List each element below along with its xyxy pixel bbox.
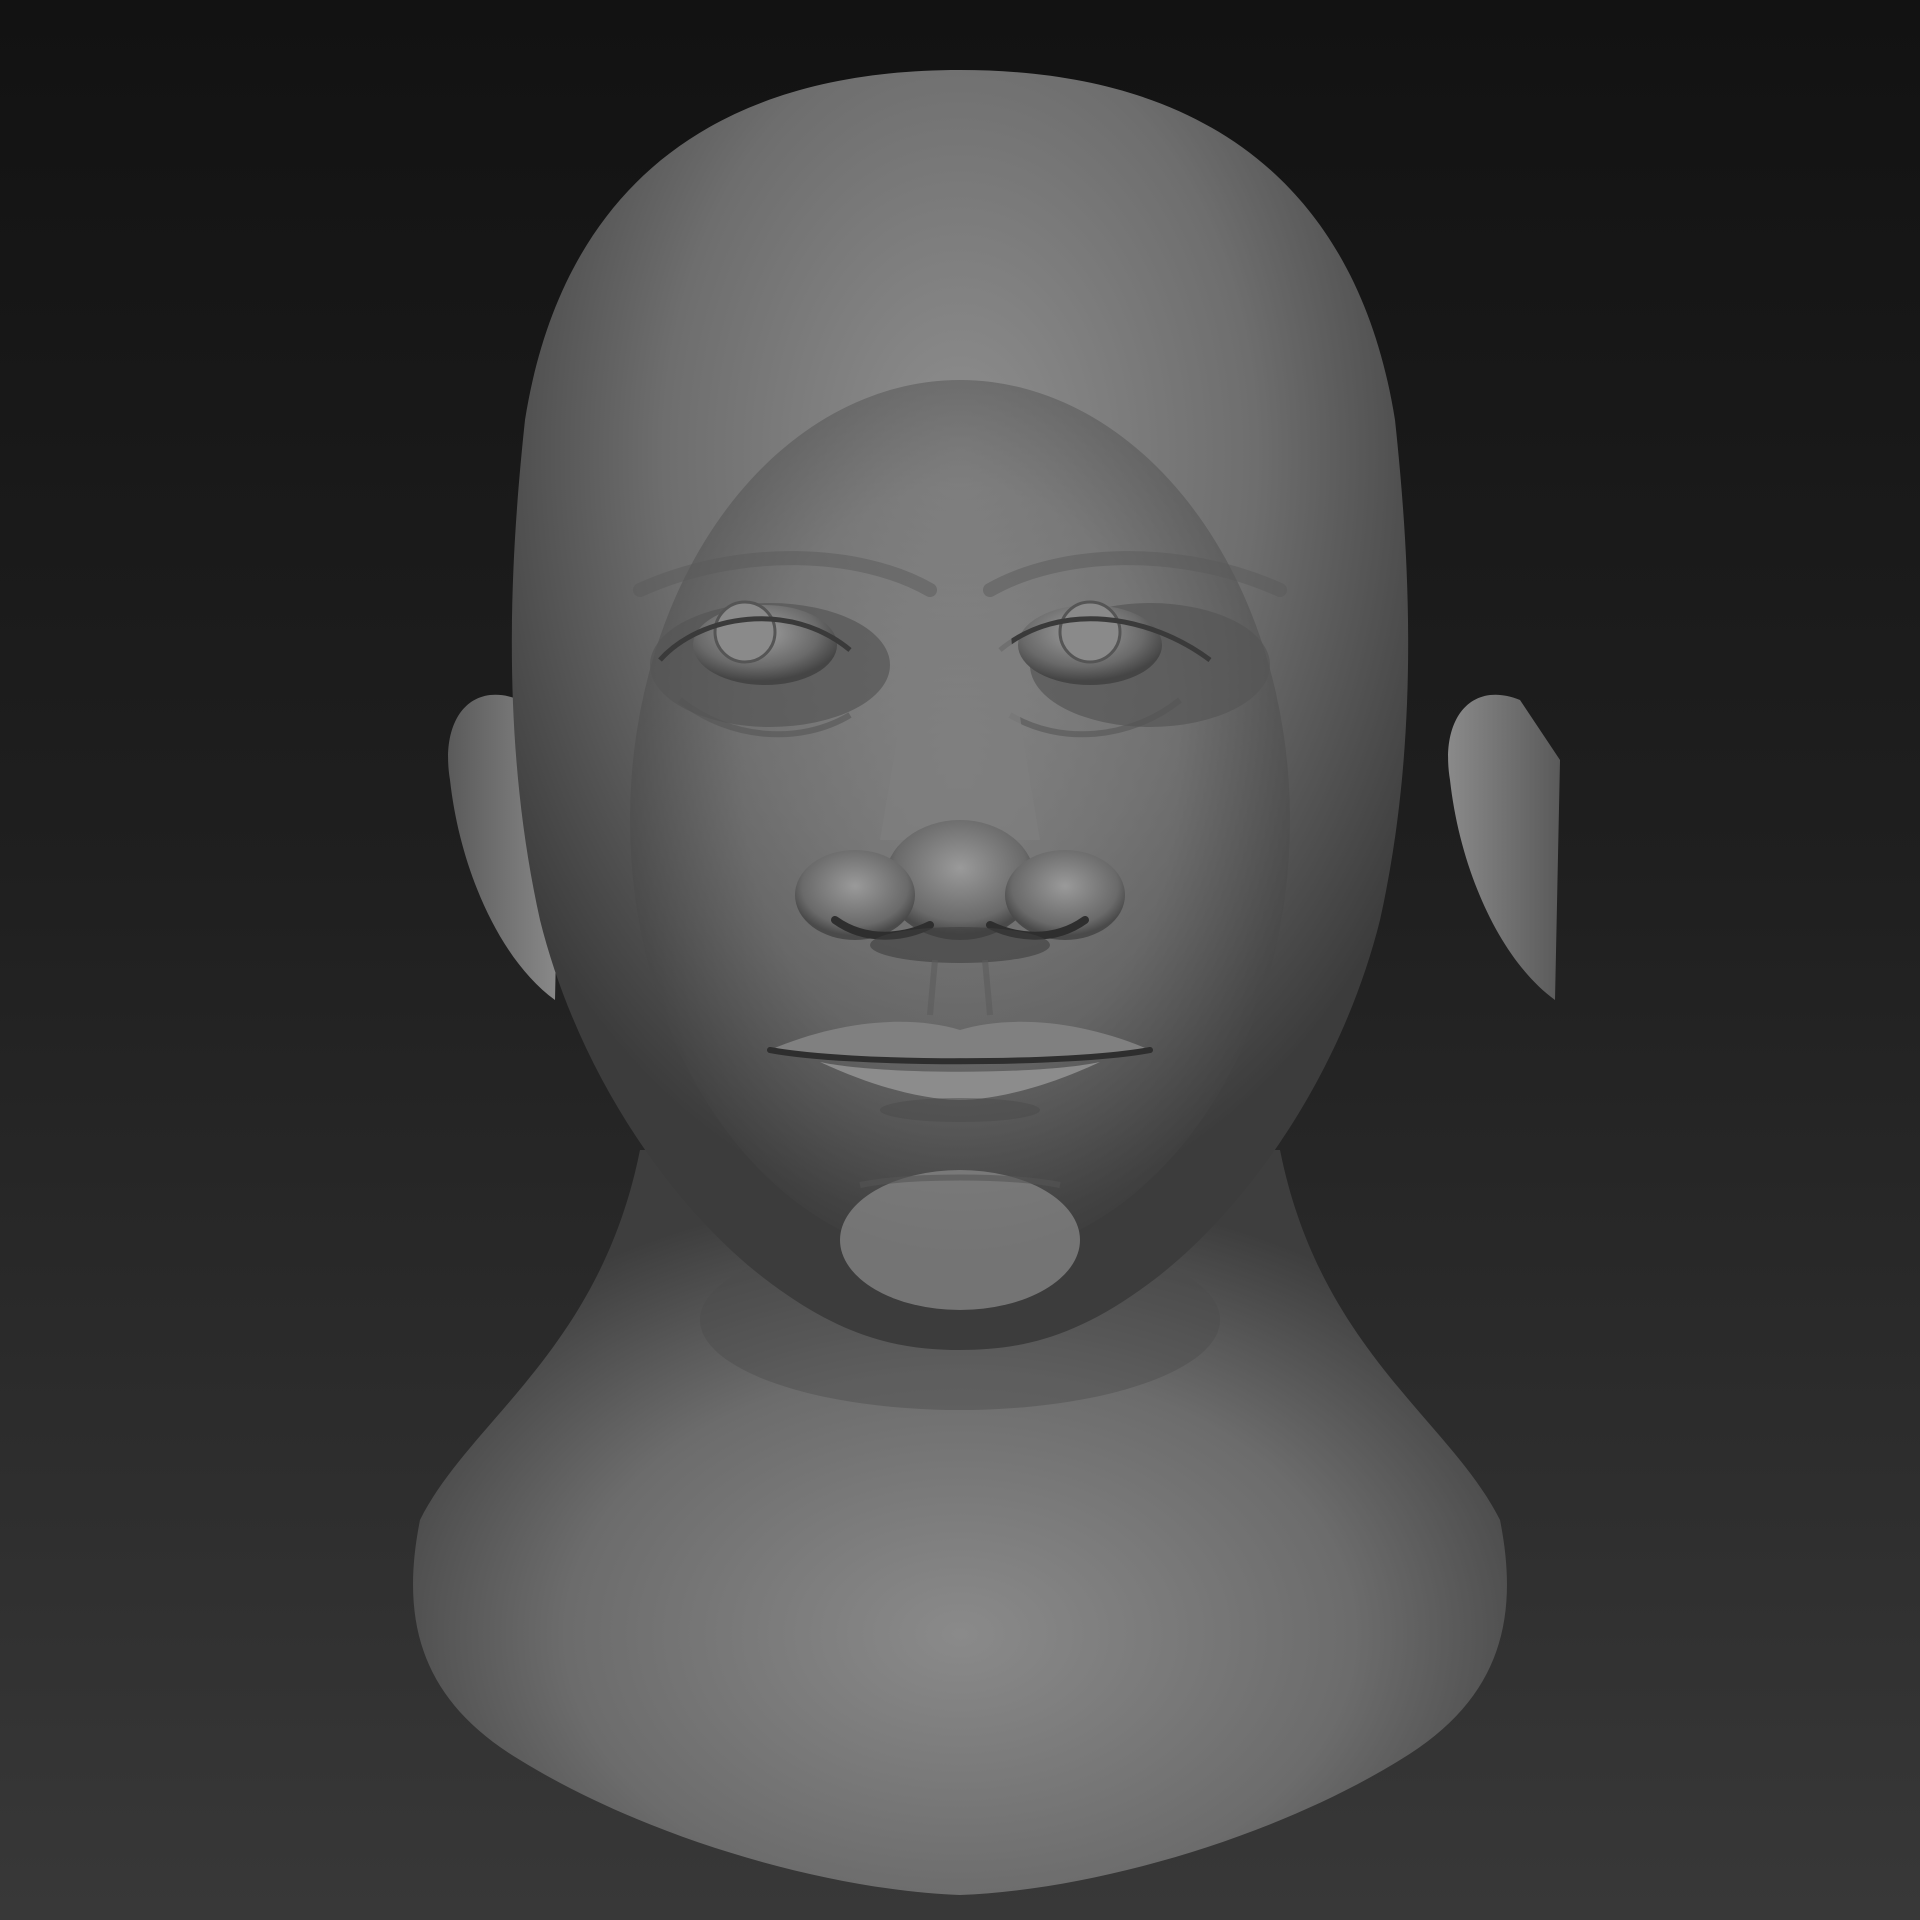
sculpted-head-bust — [413, 70, 1560, 1895]
lower-lip-shadow — [880, 1098, 1040, 1122]
right-iris — [1058, 600, 1122, 664]
right-ear — [1448, 694, 1560, 1000]
chin — [840, 1170, 1080, 1310]
nose-shadow — [870, 927, 1050, 963]
left-iris — [713, 600, 777, 664]
